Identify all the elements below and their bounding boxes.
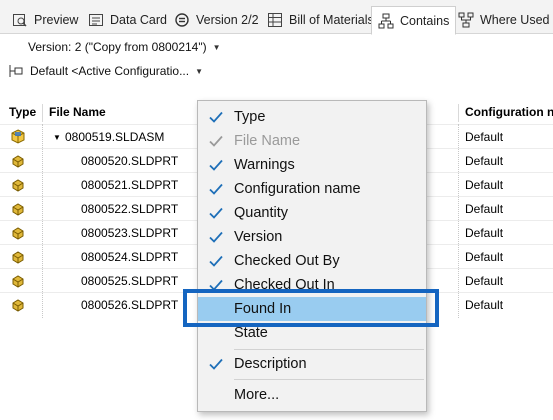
- column-guide: [42, 124, 43, 318]
- menu-item-description[interactable]: Description: [198, 352, 426, 376]
- tab-preview[interactable]: Preview: [6, 6, 84, 34]
- tab-contains-label: Contains: [400, 13, 450, 28]
- contains-icon: [378, 13, 394, 29]
- configuration-cell: Default: [465, 178, 504, 192]
- checkmark-icon: [198, 358, 234, 370]
- checkmark-icon: [198, 207, 234, 219]
- file-name-cell: 0800519.SLDASM: [65, 130, 165, 144]
- file-name-cell: 0800522.SLDPRT: [81, 202, 179, 216]
- file-name-cell: 0800523.SLDPRT: [81, 226, 179, 240]
- configuration-cell: Default: [465, 250, 504, 264]
- assembly-icon: [10, 125, 30, 149]
- menu-item-file-name: File Name: [198, 129, 426, 153]
- data-card-icon: [88, 12, 104, 28]
- tab-contains[interactable]: Contains: [371, 6, 457, 35]
- tab-version[interactable]: Version 2/2: [168, 6, 265, 34]
- tab-bill-of-materials[interactable]: Bill of Materials: [261, 6, 380, 34]
- part-icon: [10, 221, 30, 245]
- tab-version-label: Version 2/2: [196, 13, 259, 27]
- configuration-selector[interactable]: Default <Active Configuratio... ▼: [8, 64, 203, 78]
- part-icon: [10, 269, 30, 293]
- menu-item-configuration-name[interactable]: Configuration name: [198, 177, 426, 201]
- tab-data-card[interactable]: Data Card: [82, 6, 173, 34]
- configuration-cell: Default: [465, 202, 504, 216]
- version-selector[interactable]: Version: 2 ("Copy from 0800214") ▼: [28, 40, 221, 54]
- configuration-cell: Default: [465, 130, 504, 144]
- menu-item-quantity[interactable]: Quantity: [198, 201, 426, 225]
- column-divider[interactable]: [458, 104, 459, 122]
- where-used-icon: [458, 12, 474, 28]
- column-chooser-menu: Type File Name Warnings Configuration na…: [197, 100, 427, 412]
- file-name-cell: 0800521.SLDPRT: [81, 178, 179, 192]
- part-icon: [10, 197, 30, 221]
- configuration-cell: Default: [465, 154, 504, 168]
- tab-where-used[interactable]: Where Used: [452, 6, 553, 34]
- column-header-configuration[interactable]: Configuration n: [465, 100, 553, 124]
- configuration-cell: Default: [465, 298, 504, 312]
- part-icon: [10, 173, 30, 197]
- configuration-cell: Default: [465, 274, 504, 288]
- column-divider[interactable]: [42, 104, 43, 122]
- preview-icon: [12, 12, 28, 28]
- checkmark-icon: [198, 231, 234, 243]
- expand-caret-icon[interactable]: ▼: [53, 125, 65, 149]
- configuration-selector-value: Default <Active Configuratio...: [30, 64, 190, 78]
- version-icon: [174, 12, 190, 28]
- tab-bom-label: Bill of Materials: [289, 13, 374, 27]
- checkmark-icon: [198, 255, 234, 267]
- highlight-callout-frame: [183, 289, 439, 327]
- column-header-type[interactable]: Type: [9, 100, 43, 124]
- part-icon: [10, 149, 30, 173]
- file-name-cell: 0800525.SLDPRT: [81, 274, 179, 288]
- menu-item-version[interactable]: Version: [198, 225, 426, 249]
- checkmark-icon: [198, 135, 234, 147]
- file-name-cell: 0800526.SLDPRT: [81, 298, 179, 312]
- checkmark-icon: [198, 159, 234, 171]
- chevron-down-icon: ▼: [212, 42, 221, 52]
- checkmark-icon: [198, 183, 234, 195]
- file-name-cell: 0800524.SLDPRT: [81, 250, 179, 264]
- part-icon: [10, 245, 30, 269]
- tab-preview-label: Preview: [34, 13, 79, 27]
- column-header-file-name[interactable]: File Name: [49, 100, 189, 124]
- bom-icon: [267, 12, 283, 28]
- configuration-cell: Default: [465, 226, 504, 240]
- menu-item-type[interactable]: Type: [198, 105, 426, 129]
- tab-strip: Preview Data Card Version 2/2 Bill of Ma…: [0, 0, 553, 35]
- part-icon: [10, 293, 30, 317]
- chevron-down-icon: ▼: [195, 66, 204, 76]
- tab-data-card-label: Data Card: [110, 13, 167, 27]
- menu-item-checked-out-by[interactable]: Checked Out By: [198, 249, 426, 273]
- menu-item-warnings[interactable]: Warnings: [198, 153, 426, 177]
- version-selector-value: Version: 2 ("Copy from 0800214"): [28, 40, 207, 54]
- file-name-cell: 0800520.SLDPRT: [81, 154, 179, 168]
- menu-item-more[interactable]: More...: [198, 383, 426, 407]
- menu-separator: [234, 349, 424, 350]
- configuration-icon: [8, 64, 24, 78]
- tab-where-used-label: Where Used: [480, 13, 550, 27]
- column-guide: [458, 124, 459, 318]
- checkmark-icon: [198, 111, 234, 123]
- menu-separator: [234, 379, 424, 380]
